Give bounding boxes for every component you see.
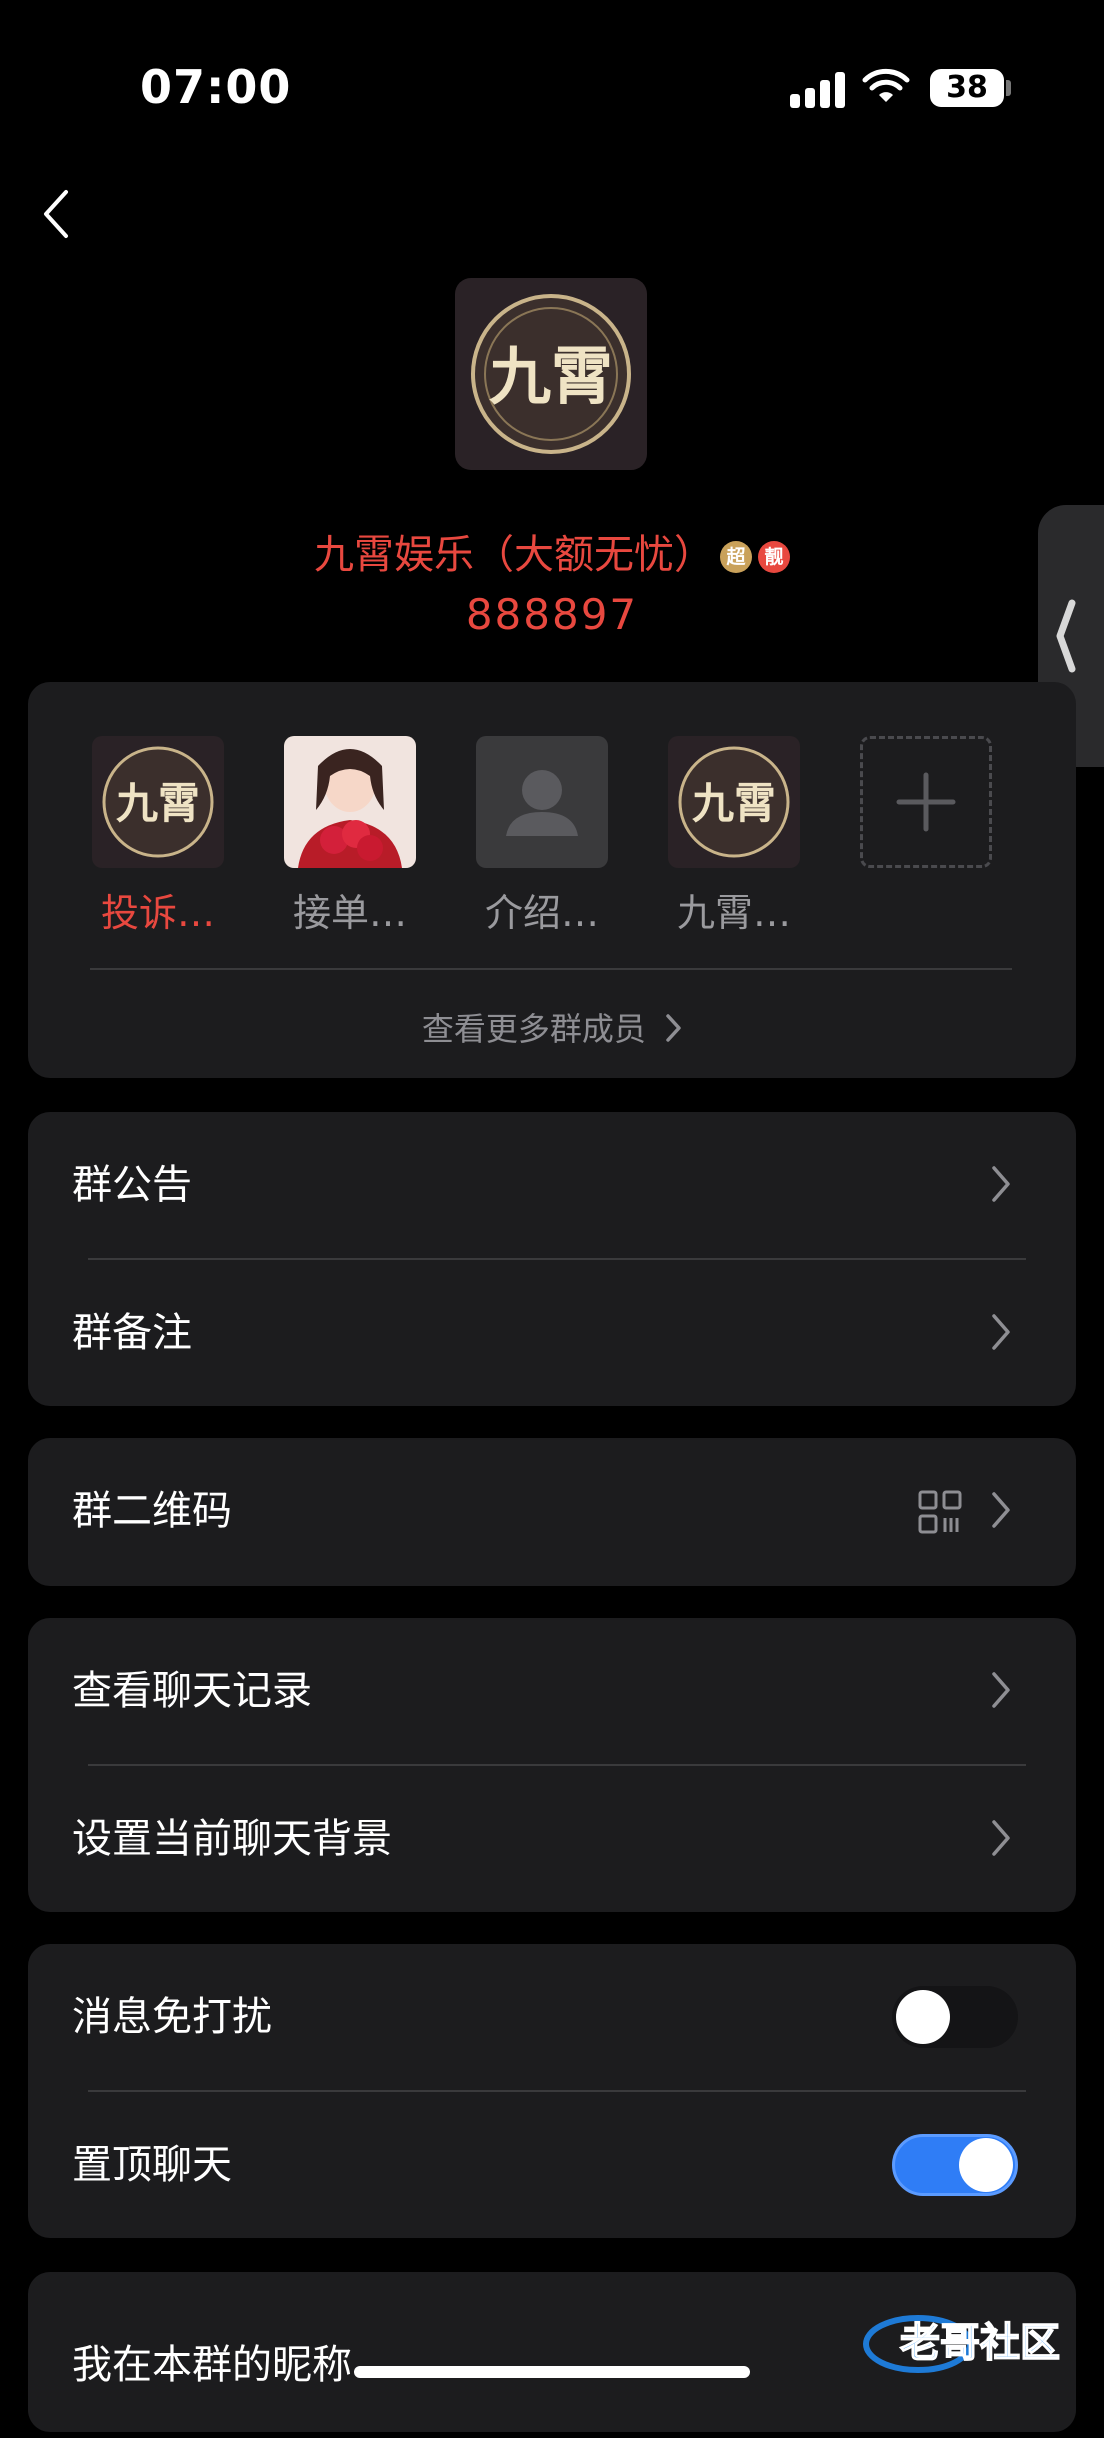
home-indicator: [354, 2366, 750, 2378]
add-member-box: [860, 736, 992, 868]
chat-background-row[interactable]: 设置当前聊天背景: [28, 1766, 1076, 1912]
group-remark-label: 群备注: [72, 1310, 192, 1356]
member-item[interactable]: 九霄 九霄…: [664, 736, 804, 937]
do-not-disturb-row: 消息免打扰: [28, 1944, 1076, 2090]
svg-text:九霄: 九霄: [692, 779, 776, 828]
battery-indicator: 38: [930, 69, 1004, 107]
back-chevron-icon[interactable]: [36, 186, 76, 242]
cellular-signal-icon: [790, 70, 846, 108]
watermark-logo: 老哥社区: [860, 2306, 1090, 2376]
group-qrcode-row[interactable]: 群二维码: [28, 1438, 1076, 1584]
pin-chat-row: 置顶聊天: [28, 2092, 1076, 2238]
super-badge: 超: [720, 541, 752, 573]
status-time: 07:00: [140, 60, 292, 114]
members-divider: [90, 968, 1012, 970]
pretty-number-badge: 靓: [758, 541, 790, 573]
group-id: 888897: [465, 590, 639, 639]
member-avatar: [476, 736, 608, 868]
chevron-right-icon: [992, 1314, 1010, 1350]
member-avatar: 九霄: [92, 736, 224, 868]
member-item[interactable]: 接单…: [280, 736, 420, 937]
chat-history-label: 查看聊天记录: [72, 1668, 312, 1714]
member-item[interactable]: 介绍…: [472, 736, 612, 937]
group-qrcode-label: 群二维码: [72, 1488, 232, 1534]
group-name: 九霄娱乐（大额无忧）: [314, 532, 714, 578]
member-name: 九霄…: [676, 891, 791, 935]
battery-tip-icon: [1006, 80, 1011, 96]
view-more-members-label: 查看更多群成员: [421, 1010, 646, 1048]
qrcode-card: 群二维码: [28, 1438, 1076, 1586]
qrcode-icon: [918, 1490, 962, 1534]
chevron-right-icon: [992, 1492, 1010, 1528]
group-announcement-row[interactable]: 群公告: [28, 1112, 1076, 1258]
member-avatar: [284, 736, 416, 868]
group-logo-text: 九霄: [489, 340, 613, 413]
chat-history-row[interactable]: 查看聊天记录: [28, 1618, 1076, 1764]
svg-text:老哥社区: 老哥社区: [900, 2320, 1060, 2366]
add-member-button[interactable]: [856, 736, 996, 868]
members-card: 九霄 投诉… 接单… 介绍… 九霄 九霄… 查看更多群成员: [28, 682, 1076, 1078]
wifi-icon: [862, 68, 910, 102]
default-person-icon: [476, 736, 608, 868]
member-name: 投诉…: [100, 891, 215, 935]
group-title: 九霄娱乐（大额无忧）超靓: [0, 522, 1104, 580]
group-avatar[interactable]: 九霄: [455, 278, 647, 470]
member-name: 介绍…: [484, 891, 599, 935]
chevron-right-icon: [992, 1166, 1010, 1202]
member-name: 接单…: [292, 891, 407, 935]
group-announcement-label: 群公告: [72, 1162, 192, 1208]
chevron-right-icon: [992, 1820, 1010, 1856]
group-remark-row[interactable]: 群备注: [28, 1260, 1076, 1406]
do-not-disturb-toggle[interactable]: [892, 1986, 1018, 2048]
chevron-right-icon: [992, 1672, 1010, 1708]
member-item[interactable]: 九霄 投诉…: [88, 736, 228, 937]
pin-chat-toggle[interactable]: [892, 2134, 1018, 2196]
chevron-right-icon: [666, 1014, 681, 1042]
do-not-disturb-label: 消息免打扰: [72, 1994, 272, 2040]
member-avatar: 九霄: [668, 736, 800, 868]
pin-chat-label: 置顶聊天: [72, 2142, 232, 2188]
chat-options-card: 查看聊天记录 设置当前聊天背景: [28, 1618, 1076, 1912]
group-info-card: 群公告 群备注: [28, 1112, 1076, 1406]
toggles-card: 消息免打扰 置顶聊天: [28, 1944, 1076, 2238]
my-nickname-label: 我在本群的昵称: [72, 2342, 352, 2388]
view-more-members-link[interactable]: 查看更多群成员: [28, 1004, 1076, 1050]
plus-icon: [896, 772, 956, 832]
svg-text:九霄: 九霄: [116, 779, 200, 828]
chat-background-label: 设置当前聊天背景: [72, 1816, 392, 1862]
